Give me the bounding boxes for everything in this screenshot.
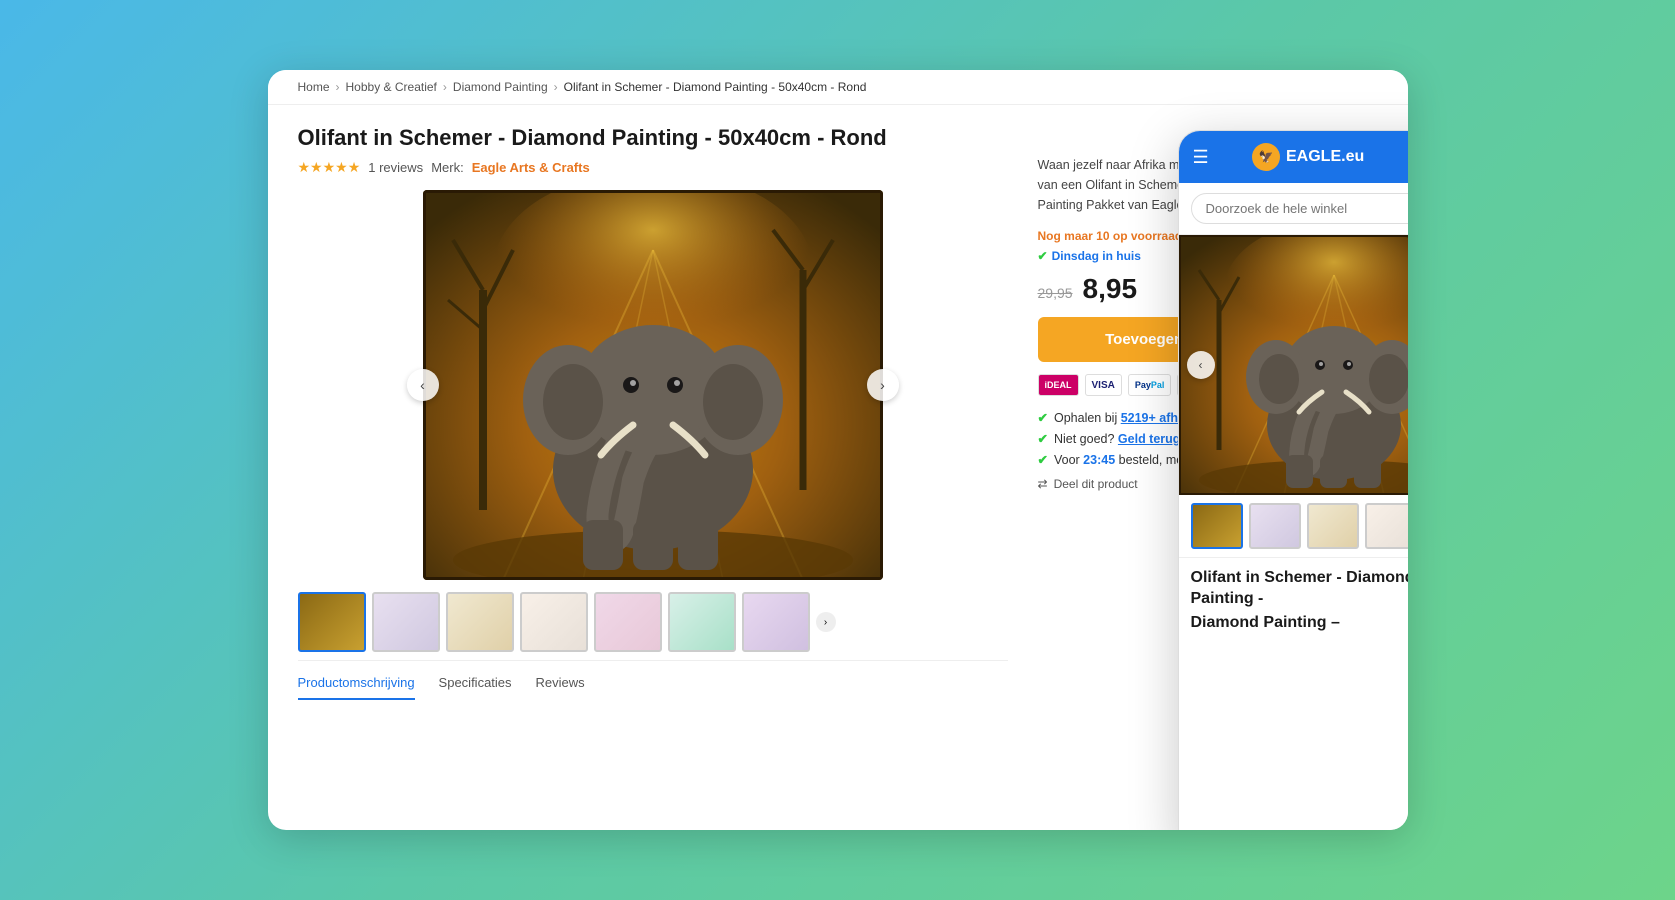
- money-back-check-icon: ✔: [1038, 431, 1048, 446]
- tab-specificaties[interactable]: Specificaties: [439, 675, 512, 700]
- left-column: Olifant in Schemer - Diamond Painting - …: [298, 125, 1008, 700]
- thumbnail-2[interactable]: [372, 592, 440, 652]
- mobile-prev-button[interactable]: ‹: [1187, 351, 1215, 379]
- delivery-check-icon: ✔: [1038, 249, 1048, 263]
- breadcrumb-sep-1: ›: [336, 80, 340, 94]
- breadcrumb: Home › Hobby & Creatief › Diamond Painti…: [268, 70, 1408, 105]
- breadcrumb-sep-2: ›: [443, 80, 447, 94]
- review-count: 1 reviews: [368, 160, 423, 175]
- prev-image-button[interactable]: ‹: [407, 369, 439, 401]
- breadcrumb-home[interactable]: Home: [298, 80, 330, 94]
- mobile-search-bar: 🔍: [1179, 183, 1408, 235]
- thumbnail-7[interactable]: [742, 592, 810, 652]
- rating-row: ★★★★★ 1 reviews Merk: Eagle Arts & Craft…: [298, 159, 1008, 176]
- mobile-search-input[interactable]: [1191, 193, 1408, 224]
- mobile-thumb-4[interactable]: [1365, 503, 1408, 549]
- mobile-product-image: ‹ ›: [1179, 235, 1408, 495]
- mobile-thumb-2[interactable]: [1249, 503, 1301, 549]
- thumbnail-3[interactable]: [446, 592, 514, 652]
- product-title: Olifant in Schemer - Diamond Painting - …: [298, 125, 1008, 151]
- thumbnail-1[interactable]: [298, 592, 366, 652]
- breadcrumb-hobby[interactable]: Hobby & Creatief: [346, 80, 437, 94]
- mobile-product-title: Olifant in Schemer - Diamond Painting -: [1179, 558, 1408, 614]
- mobile-header: ☰ 🦅 EAGLE.eu 👤 ▾ 🛒: [1179, 131, 1408, 183]
- tab-reviews[interactable]: Reviews: [536, 675, 585, 700]
- delivery-day: Dinsdag in huis: [1052, 249, 1141, 263]
- pickup-check-icon: ✔: [1038, 410, 1048, 425]
- mobile-thumbnails: [1179, 495, 1408, 558]
- new-price: 8,95: [1083, 273, 1138, 305]
- ideal-icon: iDEAL: [1038, 374, 1079, 396]
- thumbnail-6[interactable]: [668, 592, 736, 652]
- mobile-menu-icon[interactable]: ☰: [1193, 147, 1209, 168]
- delivery-check-icon-2: ✔: [1038, 452, 1048, 467]
- breadcrumb-sep-3: ›: [554, 80, 558, 94]
- eagle-logo-icon: 🦅: [1252, 143, 1280, 171]
- mobile-logo: 🦅 EAGLE.eu: [1252, 143, 1364, 171]
- visa-icon: VISA: [1085, 374, 1122, 396]
- next-image-button[interactable]: ›: [867, 369, 899, 401]
- brand-label: Merk:: [431, 160, 464, 175]
- main-image-container: ‹: [423, 190, 883, 580]
- mobile-thumb-1[interactable]: [1191, 503, 1243, 549]
- money-back-link[interactable]: Geld terug!: [1118, 432, 1185, 446]
- paypal-icon: PayPal: [1128, 374, 1172, 396]
- brand-name[interactable]: Eagle Arts & Crafts: [472, 160, 590, 175]
- mobile-card: ☰ 🦅 EAGLE.eu 👤 ▾ 🛒 🔍: [1178, 130, 1408, 830]
- thumbnails-next-arrow[interactable]: ›: [816, 612, 836, 632]
- desktop-card: Home › Hobby & Creatief › Diamond Painti…: [268, 70, 1408, 830]
- thumbnail-5[interactable]: [594, 592, 662, 652]
- elephant-artwork: [423, 190, 883, 580]
- thumbnail-4[interactable]: [520, 592, 588, 652]
- mobile-product-title-cont: Diamond Painting –: [1179, 614, 1408, 632]
- product-tabs: Productomschrijving Specificaties Review…: [298, 660, 1008, 700]
- order-time: 23:45: [1083, 453, 1115, 467]
- breadcrumb-current: Olifant in Schemer - Diamond Painting - …: [564, 80, 867, 94]
- share-icon: ⇄: [1038, 477, 1048, 491]
- old-price: 29,95: [1038, 285, 1073, 301]
- main-product-image: [423, 190, 883, 580]
- thumbnail-strip: ›: [298, 592, 1008, 652]
- share-label: Deel dit product: [1054, 477, 1138, 491]
- breadcrumb-category[interactable]: Diamond Painting: [453, 80, 548, 94]
- mobile-logo-text: EAGLE.eu: [1286, 148, 1364, 166]
- mobile-thumb-3[interactable]: [1307, 503, 1359, 549]
- star-rating: ★★★★★: [298, 159, 361, 176]
- tab-productomschrijving[interactable]: Productomschrijving: [298, 675, 415, 700]
